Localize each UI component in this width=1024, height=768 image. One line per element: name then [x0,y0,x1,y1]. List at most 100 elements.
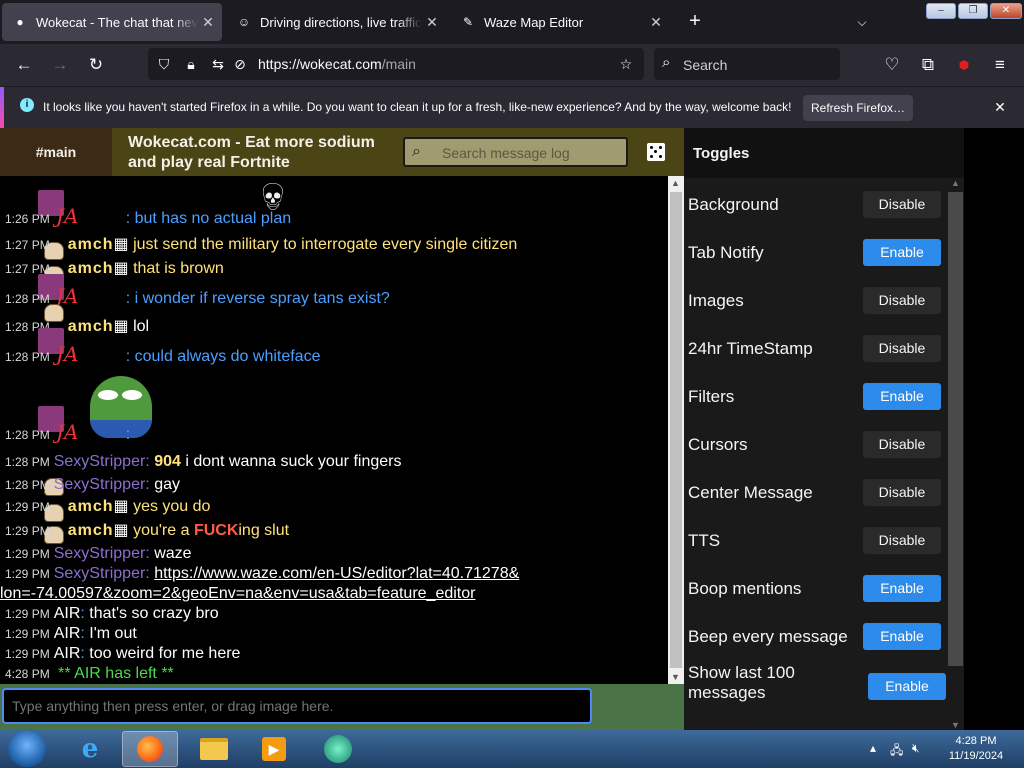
username: amch [67,260,114,277]
tab-waze[interactable]: ☺ Driving directions, live traffic & roa… [226,3,446,41]
toggle-button[interactable]: Enable [868,673,946,700]
toggle-label: Cursors [688,435,748,454]
info-icon: i [20,98,34,112]
toggle-label: Background [688,195,779,214]
search-placeholder: Search message log [442,145,570,161]
close-icon[interactable]: ✕ [198,14,218,31]
toggle-row: Show last 100 messages Enable [684,661,949,709]
message-search-input[interactable]: ⌕ Search message log [403,137,628,167]
toggle-button[interactable]: Disable [863,527,941,554]
forward-button[interactable]: → [48,53,72,77]
toggles-title: Toggles [684,128,964,178]
github-icon: ● [16,15,24,29]
browser-tab-bar: ● Wokecat - The chat that never sleeps ✕… [0,0,1024,44]
toggle-row: TTS Disable [684,517,949,565]
clock-time: 4:28 PM [955,735,997,747]
bookmark-star-icon[interactable]: ☆ [616,54,636,74]
toggle-button[interactable]: Enable [863,623,941,650]
pocket-icon[interactable]: ♡ [880,53,904,77]
new-tab-button[interactable]: + [684,10,706,32]
notification-message: It looks like you haven't started Firefo… [43,100,792,114]
scroll-up-icon[interactable]: ▲ [951,178,960,188]
chat-message: 1:28 PM SexyStripper: gay [5,476,180,493]
scroll-down-icon[interactable]: ▼ [951,720,960,730]
restore-button[interactable]: ❐ [958,3,988,19]
wokecat-app: #main Wokecat.com - Eat more sodium and … [0,128,1024,730]
show-hidden-icons[interactable]: ▴ [870,741,876,755]
toggle-button[interactable]: Disable [863,479,941,506]
chat-message: 1:28 PM SexyStripper: 904 i dont wanna su… [5,453,402,470]
tracking-blocked-icon[interactable]: ⊘ [230,54,250,74]
toggle-button[interactable]: Disable [863,191,941,218]
toggle-button[interactable]: Disable [863,335,941,362]
toggle-row: Cursors Disable [684,421,949,469]
scroll-up-icon[interactable]: ▲ [671,178,680,188]
tab-title: Wokecat - The chat that never sleeps [36,14,198,30]
close-icon[interactable]: ✕ [646,14,666,31]
app-icon[interactable] [310,731,366,767]
toggle-button[interactable]: Enable [863,239,941,266]
start-button[interactable] [8,731,46,767]
tab-title: Waze Map Editor [484,14,584,30]
chat-message: 1:29 PM amch▦ yes you do [5,498,211,515]
chat-log[interactable]: 💀︎ JA 1:26 PM: but has no actual plan 1:… [0,176,668,684]
toggle-button[interactable]: Disable [863,431,941,458]
lock-icon[interactable]: 🔒︎ [181,54,201,74]
chat-scrollbar[interactable]: ▲ ▼ [668,176,684,684]
file-explorer-icon[interactable] [186,731,242,767]
window-close-button[interactable]: ✕ [990,3,1022,19]
menu-icon[interactable]: ≡ [988,53,1012,77]
close-icon[interactable]: ✕ [422,14,442,31]
system-clock[interactable]: 4:28 PM 11/19/2024 [936,734,1016,764]
back-button[interactable]: ← [12,53,36,77]
close-icon[interactable]: ✕ [990,97,1010,117]
notification-accent [0,87,4,129]
tab-wokecat[interactable]: ● Wokecat - The chat that never sleeps ✕ [2,3,222,41]
ublock-icon[interactable]: ⬢ [952,53,976,77]
scroll-down-icon[interactable]: ▼ [671,672,680,682]
toggle-label: Filters [688,387,735,406]
scrollbar-thumb[interactable] [948,192,963,666]
username: amch [67,236,114,253]
url-bar[interactable]: ⛉ 🔒︎ ⇆ ⊘ https://wokecat.com/main ☆ [148,48,644,80]
room-label[interactable]: #main [0,128,112,176]
permissions-icon[interactable]: ⇆ [208,54,228,74]
toggle-button[interactable]: Enable [863,575,941,602]
toggles-panel: Toggles Background Disable Tab Notify Enabl… [684,128,964,730]
chat-header: #main Wokecat.com - Eat more sodium and … [0,128,684,176]
waze-link-continued[interactable]: lon=-74.00597&zoom=2&geoEnv=na&env=usa&t… [0,585,475,602]
tab-waze-editor[interactable]: ✎ Waze Map Editor ✕ [450,3,670,41]
windows-taskbar: e ▶ ▴ 🖧︎ 🔇︎ 4:28 PM 11/19/2024 [0,730,1024,768]
toggle-label: Boop mentions [688,579,802,598]
toggle-row: Boop mentions Enable [684,565,949,613]
scrollbar-thumb[interactable] [670,192,682,668]
search-bar[interactable]: ⌕ Search [654,48,840,80]
chat-message: 1:26 PM: but has no actual plan [5,210,292,227]
toggle-button[interactable]: Disable [863,287,941,314]
shield-icon[interactable]: ⛉ [154,54,174,74]
waze-link[interactable]: https://www.waze.com/en-US/editor?lat=40… [154,565,519,582]
volume-muted-icon[interactable]: 🔇︎ [912,741,920,756]
toggles-scrollbar[interactable]: ▲ ▼ [947,178,964,730]
clock-date: 11/19/2024 [948,750,1004,762]
url-path: /main [381,56,416,72]
chat-input[interactable] [2,688,592,724]
network-icon[interactable]: 🖧︎ [890,741,903,762]
toggle-label: TTS [688,531,721,550]
reload-button[interactable]: ↻ [84,53,108,77]
url-text[interactable]: https://wokecat.com/main [258,56,416,72]
list-all-tabs-button[interactable]: ⌵ [852,12,872,32]
chat-message: 1:29 PM SexyStripper: https://www.waze.co… [5,565,520,582]
refresh-firefox-button[interactable]: Refresh Firefox… [803,95,913,121]
internet-explorer-icon[interactable]: e [62,731,118,767]
toggle-button[interactable]: Enable [863,383,941,410]
extensions-icon[interactable]: ⧉ [916,53,940,77]
username: AIR [53,645,81,662]
toggle-row: Images Disable [684,277,949,325]
media-player-icon[interactable]: ▶ [246,731,302,767]
minimize-button[interactable]: ‒ [926,3,956,19]
username: SexyStripper [53,476,146,493]
notification-bar: i It looks like you haven't started Fire… [0,86,1024,129]
dice-icon[interactable] [647,143,665,161]
firefox-icon[interactable] [122,731,178,767]
